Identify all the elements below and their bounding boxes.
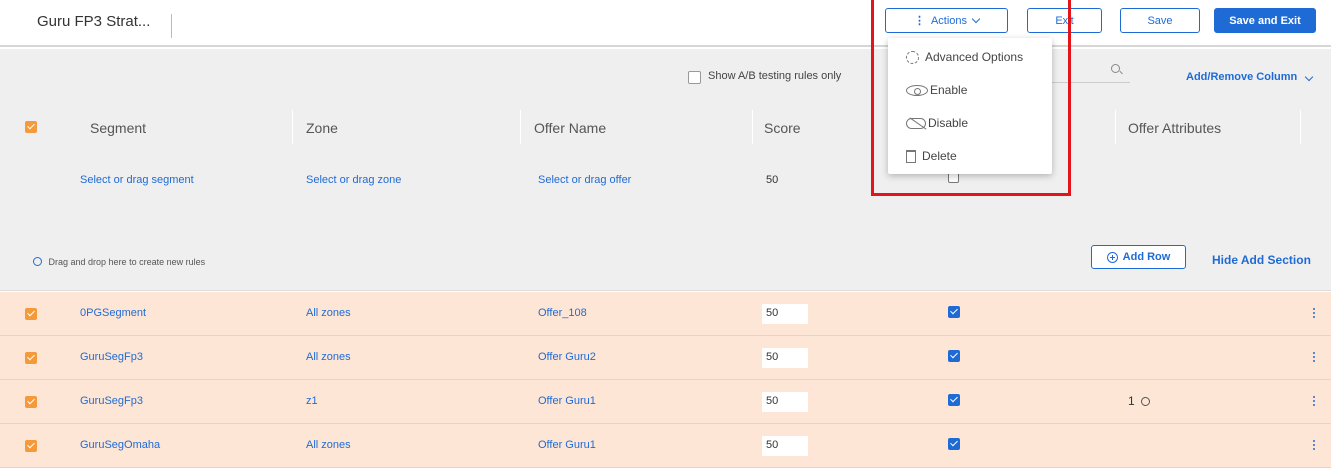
row-segment[interactable]: 0PGSegment [80,307,146,319]
add-section: Drag and drop here to create new rules A… [0,205,1331,291]
row-enabled-checkbox[interactable] [948,350,960,362]
table-row[interactable]: GuruSegOmaha All zones Offer Guru1 50 [0,424,1331,468]
row-zone[interactable]: All zones [306,439,351,451]
add-remove-column-button[interactable]: Add/Remove Column [1186,71,1314,83]
table-row[interactable]: 0PGSegment All zones Offer_108 50 [0,292,1331,336]
row-score: 50 [766,307,779,319]
segment-selector[interactable]: Select or drag segment [80,174,194,186]
row-segment[interactable]: GuruSegFp3 [80,351,143,363]
zone-selector[interactable]: Select or drag zone [306,174,401,186]
row-enabled-checkbox[interactable] [948,306,960,318]
annotation-highlight-box [871,0,1071,196]
add-row-button[interactable]: Add Row [1091,245,1186,269]
row-zone[interactable]: z1 [306,395,318,407]
add-row-label: Add Row [1122,251,1171,263]
column-header-zone[interactable]: Zone [306,120,338,136]
row-checkbox[interactable] [25,308,37,320]
search-icon[interactable] [1111,64,1120,73]
info-icon [33,257,42,266]
column-divider [1300,110,1301,144]
ab-testing-label: Show A/B testing rules only [708,70,842,82]
row-segment[interactable]: GuruSegOmaha [80,439,160,451]
info-icon[interactable] [1141,397,1151,406]
row-more-icon[interactable] [1313,396,1316,408]
offer-selector[interactable]: Select or drag offer [538,174,631,186]
row-checkbox[interactable] [25,396,37,408]
row-more-icon[interactable] [1313,352,1316,364]
table-row[interactable]: GuruSegFp3 All zones Offer Guru2 50 [0,336,1331,380]
row-checkbox[interactable] [25,440,37,452]
add-remove-column-label: Add/Remove Column [1186,71,1298,83]
row-enabled-checkbox[interactable] [948,438,960,450]
table-header: Segment Zone Offer Name Score Offer Attr… [0,104,1331,150]
column-header-offer-name[interactable]: Offer Name [534,120,606,136]
select-all-checkbox[interactable] [25,121,37,133]
chevron-down-icon [1305,72,1314,82]
new-rule-score[interactable]: 50 [766,174,778,186]
drag-drop-hint-text: Drag and drop here to create new rules [48,257,206,267]
row-more-icon[interactable] [1313,440,1316,452]
row-offer[interactable]: Offer_108 [538,307,587,319]
column-divider [520,110,521,144]
row-offer[interactable]: Offer Guru2 [538,351,596,363]
drag-drop-hint: Drag and drop here to create new rules [33,257,205,267]
row-checkbox[interactable] [25,352,37,364]
ab-testing-checkbox[interactable] [688,71,701,84]
offer-attributes-value: 1 [1128,394,1135,408]
column-divider [292,110,293,144]
column-header-offer-attributes[interactable]: Offer Attributes [1128,120,1221,136]
row-zone[interactable]: All zones [306,351,351,363]
row-offer[interactable]: Offer Guru1 [538,439,596,451]
save-and-exit-button[interactable]: Save and Exit [1214,8,1316,33]
column-divider [1115,110,1116,144]
column-header-score[interactable]: Score [764,120,801,136]
table-row[interactable]: GuruSegFp3 z1 Offer Guru1 50 1 [0,380,1331,424]
toolbar: Show A/B testing rules only Add/Remove C… [0,49,1331,104]
row-segment[interactable]: GuruSegFp3 [80,395,143,407]
row-offer[interactable]: Offer Guru1 [538,395,596,407]
row-score: 50 [766,439,779,451]
column-divider [752,110,753,144]
row-more-icon[interactable] [1313,308,1316,320]
row-score: 50 [766,395,779,407]
hide-add-section-link[interactable]: Hide Add Section [1212,253,1311,267]
column-header-segment[interactable]: Segment [90,120,146,136]
page-header: Guru FP3 Strat... ⋮ Actions Exit Save Sa… [0,0,1331,47]
strategy-title: Guru FP3 Strat... [37,13,151,30]
row-score: 50 [766,351,779,363]
new-rule-row: Select or drag segment Select or drag zo… [0,150,1331,205]
title-divider [171,14,172,38]
add-circle-icon [1106,251,1118,263]
offer-attributes-count[interactable]: 1 [1128,394,1154,408]
save-button[interactable]: Save [1120,8,1200,33]
row-enabled-checkbox[interactable] [948,394,960,406]
row-zone[interactable]: All zones [306,307,351,319]
